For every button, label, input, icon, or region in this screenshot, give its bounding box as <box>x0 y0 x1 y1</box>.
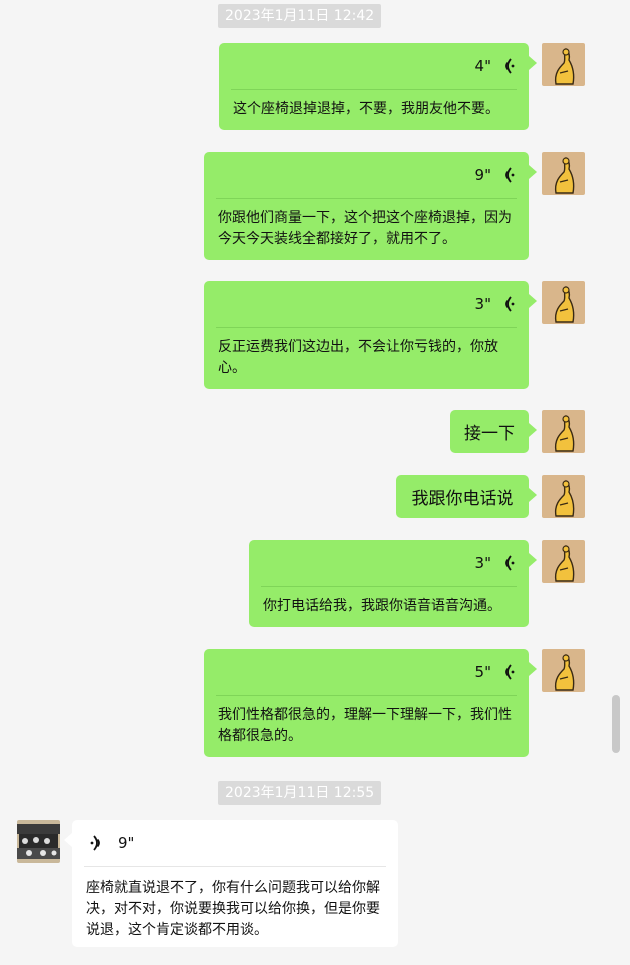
voice-wave-icon <box>501 166 515 184</box>
divider <box>216 198 517 199</box>
divider <box>261 586 517 587</box>
voice-message-bubble[interactable]: 9" 你跟他们商量一下，这个把这个座椅退掉，因为今天今天装线全都接好了，就用不了… <box>204 152 537 260</box>
my-avatar[interactable] <box>542 540 585 583</box>
voice-message-bubble[interactable]: 3" 反正运费我们这边出，不会让你亏钱的，你放心。 <box>204 281 537 389</box>
voice-play-row[interactable]: 3" <box>204 281 529 327</box>
voice-transcript: 你打电话给我，我跟你语音语音沟通。 <box>263 598 501 614</box>
my-avatar[interactable] <box>542 475 585 518</box>
divider <box>84 866 386 867</box>
voice-wave-icon <box>501 57 515 75</box>
message-text: 接一下 <box>464 424 515 444</box>
divider <box>231 89 517 90</box>
voice-play-row[interactable]: 9" <box>72 820 398 866</box>
my-avatar[interactable] <box>542 152 585 195</box>
voice-duration: 4" <box>474 57 491 75</box>
text-message-bubble[interactable]: 我跟你电话说 <box>396 475 537 518</box>
voice-transcript: 你跟他们商量一下，这个把这个座椅退掉，因为今天今天装线全都接好了，就用不了。 <box>218 210 512 247</box>
message-text: 我跟你电话说 <box>411 489 514 509</box>
voice-transcript: 座椅就直说退不了，你有什么问题我可以给你解决，对不对，你说要换我可以给你换，但是… <box>86 880 380 938</box>
voice-play-row[interactable]: 4" <box>219 43 529 89</box>
scrollbar-thumb[interactable] <box>612 695 620 753</box>
divider <box>216 327 517 328</box>
voice-message-bubble[interactable]: 3" 你打电话给我，我跟你语音语音沟通。 <box>249 540 537 627</box>
voice-duration: 5" <box>474 663 491 681</box>
voice-transcript: 这个座椅退掉退掉，不要，我朋友他不要。 <box>233 101 499 117</box>
my-avatar[interactable] <box>542 649 585 692</box>
voice-transcript: 反正运费我们这边出，不会让你亏钱的，你放心。 <box>218 339 498 376</box>
voice-play-row[interactable]: 3" <box>249 540 529 586</box>
voice-wave-icon <box>501 295 515 313</box>
my-avatar[interactable] <box>542 281 585 324</box>
my-avatar[interactable] <box>542 43 585 86</box>
voice-message-bubble[interactable]: 4" 这个座椅退掉退掉，不要，我朋友他不要。 <box>219 43 537 130</box>
voice-message-bubble[interactable]: 5" 我们性格都很急的，理解一下理解一下，我们性格都很急的。 <box>204 649 537 757</box>
voice-wave-icon <box>90 834 104 852</box>
voice-duration: 9" <box>118 834 135 852</box>
voice-transcript: 我们性格都很急的，理解一下理解一下，我们性格都很急的。 <box>218 707 512 744</box>
voice-wave-icon <box>501 663 515 681</box>
voice-duration: 3" <box>474 554 491 572</box>
text-message-bubble[interactable]: 接一下 <box>450 410 537 453</box>
voice-play-row[interactable]: 9" <box>204 152 529 198</box>
voice-play-row[interactable]: 5" <box>204 649 529 695</box>
timestamp: 2023年1月11日 12:55 <box>218 781 382 805</box>
contact-avatar[interactable] <box>17 820 60 863</box>
my-avatar[interactable] <box>542 410 585 453</box>
voice-wave-icon <box>501 554 515 572</box>
voice-duration: 9" <box>474 166 491 184</box>
divider <box>216 695 517 696</box>
voice-message-bubble[interactable]: 9" 座椅就直说退不了，你有什么问题我可以给你解决，对不对，你说要换我可以给你换… <box>64 820 398 947</box>
voice-duration: 3" <box>474 295 491 313</box>
timestamp: 2023年1月11日 12:42 <box>218 4 382 28</box>
